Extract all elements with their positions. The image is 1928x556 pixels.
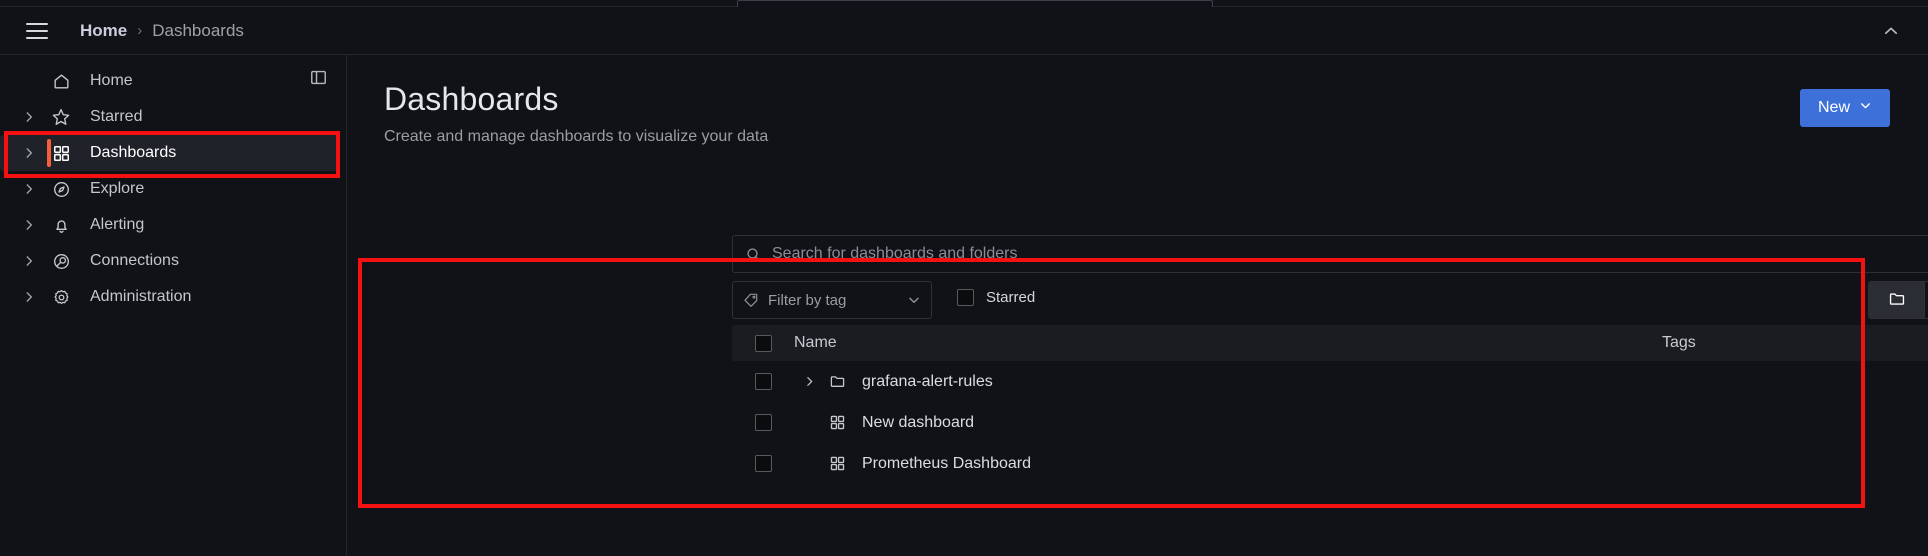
- apps-grid-icon: [824, 455, 850, 472]
- chevron-right-icon[interactable]: [16, 146, 42, 160]
- sidebar-item-label: Alerting: [90, 216, 145, 233]
- folder-icon: [824, 373, 850, 390]
- view-mode-toggle-group: [1868, 281, 1928, 319]
- row-checkbox-cell[interactable]: [732, 455, 794, 472]
- sidebar-item-home[interactable]: Home: [0, 63, 338, 99]
- row-name-label[interactable]: grafana-alert-rules: [862, 373, 993, 391]
- sidebar-item-alerting[interactable]: Alerting: [0, 207, 338, 243]
- sidebar-item-dashboards[interactable]: Dashboards: [0, 135, 338, 171]
- search-row: [732, 235, 1928, 273]
- sidebar-item-administration[interactable]: Administration: [0, 279, 338, 315]
- topbar-right-actions: [1878, 18, 1904, 44]
- filter-by-tag-select[interactable]: Filter by tag: [732, 281, 932, 319]
- chevron-down-icon: [1859, 99, 1872, 117]
- chevron-right-icon[interactable]: [16, 110, 42, 124]
- hamburger-line: [26, 29, 48, 32]
- page-header: Dashboards Create and manage dashboards …: [347, 55, 1928, 146]
- table-row[interactable]: Prometheus Dashboard: [732, 443, 1928, 484]
- new-button[interactable]: New: [1799, 89, 1890, 127]
- starred-label: Starred: [986, 289, 1036, 306]
- chevron-right-icon[interactable]: [16, 218, 42, 232]
- search-input[interactable]: [762, 245, 1928, 263]
- dashboards-toolbar: Filter by tag Starred: [732, 281, 1928, 321]
- table-header-row: Name Tags: [732, 325, 1928, 361]
- filter-by-tag-label: Filter by tag: [768, 291, 847, 309]
- row-checkbox[interactable]: [754, 373, 772, 390]
- breadcrumb: Home › Dashboards: [80, 21, 244, 41]
- select-all-checkbox[interactable]: [754, 334, 772, 352]
- row-name-label[interactable]: Prometheus Dashboard: [862, 455, 1031, 473]
- starred-checkbox[interactable]: [957, 289, 974, 306]
- tag-icon: [743, 292, 759, 308]
- breadcrumb-dashboards[interactable]: Dashboards: [152, 21, 244, 41]
- sidebar-item-starred[interactable]: Starred: [0, 99, 338, 135]
- apps-grid-icon: [824, 414, 850, 431]
- sidebar-item-explore[interactable]: Explore: [0, 171, 338, 207]
- breadcrumb-separator: ›: [137, 22, 143, 39]
- top-cutoff-input-box: [737, 0, 1213, 7]
- folder-view-button[interactable]: [1869, 282, 1924, 318]
- hamburger-line: [26, 36, 48, 39]
- row-checkbox[interactable]: [754, 414, 772, 431]
- sidebar-item-label: Home: [90, 72, 133, 89]
- breadcrumb-home[interactable]: Home: [80, 21, 127, 41]
- home-icon: [46, 72, 76, 91]
- search-icon: [745, 246, 762, 263]
- row-name-label[interactable]: New dashboard: [862, 414, 974, 432]
- sidebar-item-label: Starred: [90, 108, 143, 125]
- top-cutoff-strip: [0, 0, 1928, 7]
- flat-list-view-button[interactable]: [1924, 282, 1928, 318]
- row-checkbox-cell[interactable]: [732, 373, 794, 390]
- sidebar-item-label: Explore: [90, 180, 145, 197]
- expand-folder-icon[interactable]: [794, 375, 824, 388]
- sidebar-item-label: Administration: [90, 288, 192, 305]
- sidebar-item-label: Connections: [90, 252, 179, 269]
- sidebar-navigation: Home Starred Dashboards Explore Alerting…: [0, 55, 347, 556]
- star-icon: [46, 107, 76, 127]
- chevron-down-icon: [907, 293, 921, 307]
- top-navigation-bar: Home › Dashboards: [0, 7, 1928, 55]
- new-button-label: New: [1817, 99, 1850, 116]
- sidebar-item-connections[interactable]: Connections: [0, 243, 338, 279]
- select-all-cell[interactable]: [732, 334, 794, 352]
- compass-icon: [46, 180, 76, 199]
- bell-icon: [46, 216, 76, 235]
- page-subtitle: Create and manage dashboards to visualiz…: [384, 128, 769, 145]
- column-header-tags[interactable]: Tags: [1662, 334, 1696, 352]
- column-header-name[interactable]: Name: [794, 334, 837, 352]
- hamburger-line: [26, 22, 48, 25]
- main-content: Dashboards Create and manage dashboards …: [347, 55, 1928, 556]
- chevron-right-icon[interactable]: [16, 290, 42, 304]
- search-box[interactable]: [732, 235, 1928, 273]
- chevron-right-icon[interactable]: [16, 182, 42, 196]
- folder-icon: [1888, 290, 1906, 311]
- page-title: Dashboards: [384, 81, 559, 117]
- table-row[interactable]: grafana-alert-rules: [732, 361, 1928, 402]
- dashboards-table: Name Tags grafana-alert-rules New dashbo…: [732, 325, 1928, 555]
- starred-filter[interactable]: Starred: [957, 289, 1035, 306]
- chevron-up-icon[interactable]: [1878, 18, 1904, 44]
- sidebar-nav-list: Home Starred Dashboards Explore Alerting…: [0, 55, 346, 315]
- table-row[interactable]: New dashboard: [732, 402, 1928, 443]
- hamburger-icon[interactable]: [22, 16, 52, 46]
- grafana-dashboards-page: Home › Dashboards Home Starred Dashboard…: [0, 0, 1928, 556]
- active-accent-bar: [47, 139, 51, 167]
- connections-icon: [46, 252, 76, 271]
- chevron-right-icon[interactable]: [16, 254, 42, 268]
- row-checkbox[interactable]: [754, 455, 772, 472]
- sidebar-item-label: Dashboards: [90, 144, 177, 161]
- gear-icon: [46, 288, 76, 307]
- row-checkbox-cell[interactable]: [732, 414, 794, 431]
